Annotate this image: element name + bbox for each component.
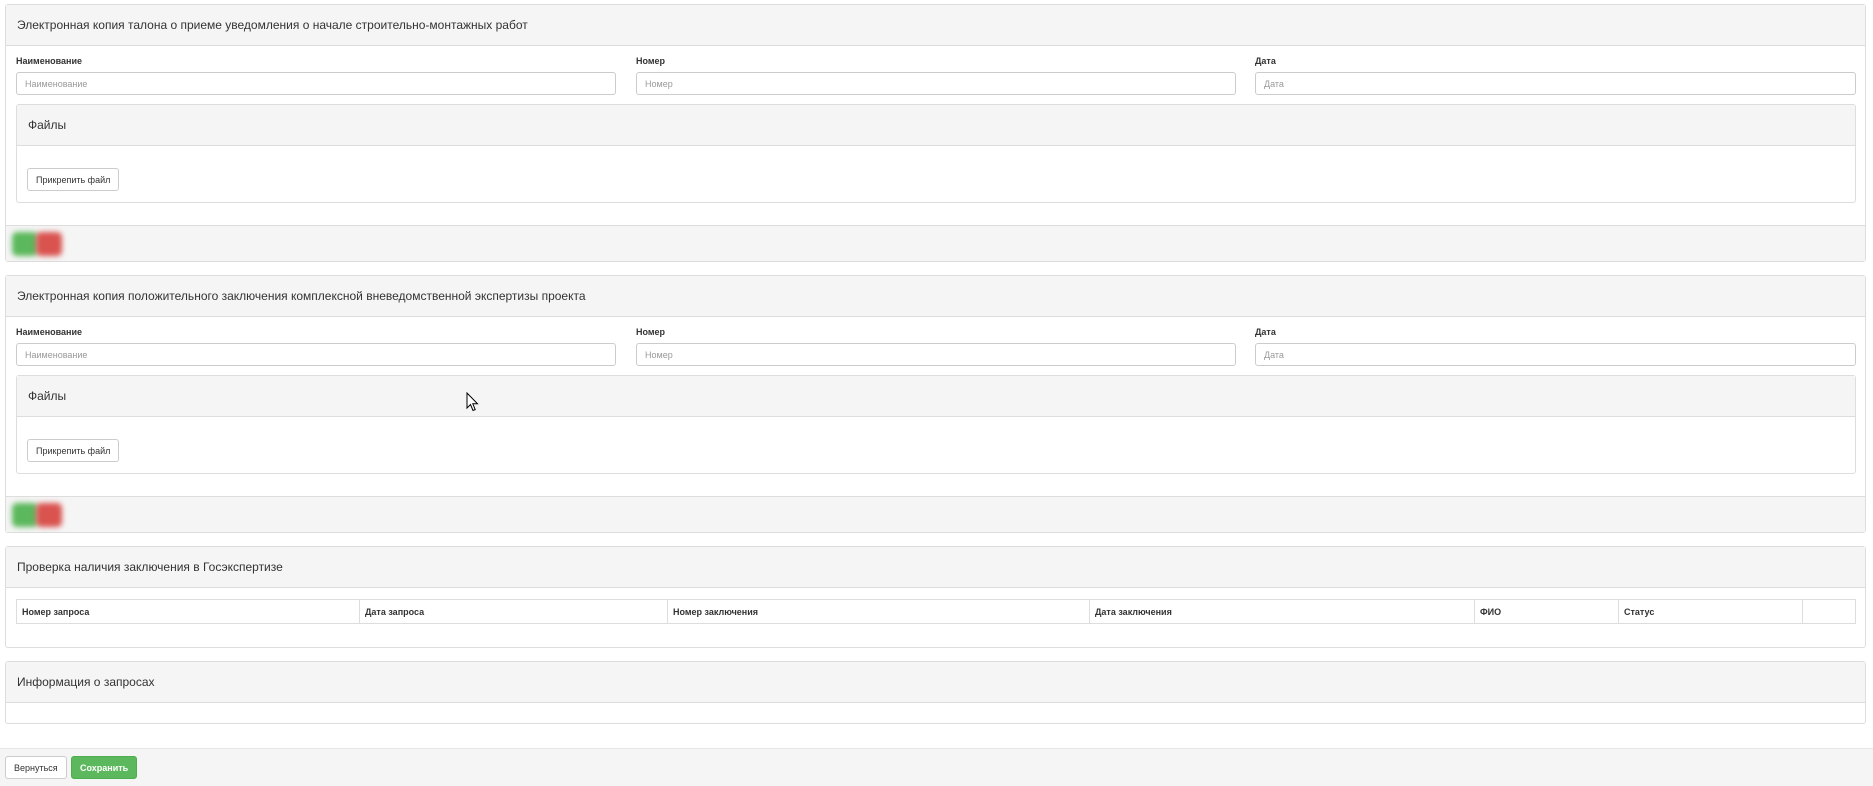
requests-info-panel: Информация о запросах bbox=[5, 661, 1866, 724]
save-button[interactable]: Сохранить bbox=[71, 756, 138, 779]
expertise-name-input[interactable] bbox=[16, 343, 616, 366]
expertise-files-heading: Файлы bbox=[17, 376, 1855, 417]
expertise-number-field: Номер bbox=[636, 326, 1236, 366]
expertise-files-panel: Файлы Прикрепить файл bbox=[16, 375, 1856, 474]
expertise-files-title: Файлы bbox=[28, 389, 67, 403]
col-request-number: Номер запроса bbox=[16, 599, 360, 624]
page: Электронная копия талона о приеме уведом… bbox=[0, 0, 1873, 786]
talon-number-input[interactable] bbox=[636, 72, 1236, 95]
reject-icon[interactable] bbox=[36, 502, 62, 527]
talon-panel: Электронная копия талона о приеме уведом… bbox=[5, 4, 1866, 262]
col-request-date: Дата запроса bbox=[359, 599, 668, 624]
approve-icon[interactable] bbox=[12, 502, 38, 527]
talon-date-field: Дата bbox=[1255, 55, 1856, 95]
col-fio: ФИО bbox=[1474, 599, 1619, 624]
check-panel-title: Проверка наличия заключения в Госэксперт… bbox=[17, 560, 283, 574]
col-conclusion-number: Номер заключения bbox=[667, 599, 1090, 624]
expertise-panel-footer bbox=[6, 496, 1865, 532]
requests-info-heading: Информация о запросах bbox=[6, 662, 1865, 703]
expertise-number-input[interactable] bbox=[636, 343, 1236, 366]
requests-info-title: Информация о запросах bbox=[17, 675, 155, 689]
expertise-panel-title: Электронная копия положительного заключе… bbox=[17, 289, 586, 303]
expertise-panel-heading: Электронная копия положительного заключе… bbox=[6, 276, 1865, 317]
requests-table: Номер запроса Дата запроса Номер заключе… bbox=[16, 599, 1856, 624]
table-header-row: Номер запроса Дата запроса Номер заключе… bbox=[16, 599, 1856, 624]
expertise-name-field: Наименование bbox=[16, 326, 616, 366]
approve-icon[interactable] bbox=[12, 231, 38, 256]
mouse-cursor-icon bbox=[466, 392, 479, 412]
col-actions bbox=[1802, 599, 1856, 624]
expertise-attach-file-button[interactable]: Прикрепить файл bbox=[27, 439, 120, 462]
back-button[interactable]: Вернуться bbox=[5, 756, 67, 779]
talon-files-panel: Файлы Прикрепить файл bbox=[16, 104, 1856, 203]
talon-date-label: Дата bbox=[1255, 56, 1276, 66]
talon-attach-file-button[interactable]: Прикрепить файл bbox=[27, 168, 120, 191]
expertise-date-label: Дата bbox=[1255, 327, 1276, 337]
talon-panel-title: Электронная копия талона о приеме уведом… bbox=[17, 18, 528, 32]
expertise-date-field: Дата bbox=[1255, 326, 1856, 366]
talon-files-heading: Файлы bbox=[17, 105, 1855, 146]
talon-panel-heading: Электронная копия талона о приеме уведом… bbox=[6, 5, 1865, 46]
talon-files-title: Файлы bbox=[28, 118, 67, 132]
col-conclusion-date: Дата заключения bbox=[1089, 599, 1475, 624]
talon-name-label: Наименование bbox=[16, 56, 83, 66]
talon-fields: Наименование Номер Дата bbox=[16, 55, 1856, 95]
talon-panel-footer bbox=[6, 225, 1865, 261]
action-bar: Вернуться Сохранить bbox=[0, 748, 1873, 786]
talon-date-input[interactable] bbox=[1255, 72, 1856, 95]
talon-name-input[interactable] bbox=[16, 72, 616, 95]
talon-number-field: Номер bbox=[636, 55, 1236, 95]
expertise-name-label: Наименование bbox=[16, 327, 83, 337]
expertise-number-label: Номер bbox=[636, 327, 666, 337]
expertise-panel: Электронная копия положительного заключе… bbox=[5, 275, 1866, 533]
expertise-fields: Наименование Номер Дата bbox=[16, 326, 1856, 366]
gosexpertise-check-panel: Проверка наличия заключения в Госэксперт… bbox=[5, 546, 1866, 648]
reject-icon[interactable] bbox=[36, 231, 62, 256]
talon-name-field: Наименование bbox=[16, 55, 616, 95]
col-status: Статус bbox=[1618, 599, 1803, 624]
talon-number-label: Номер bbox=[636, 56, 666, 66]
expertise-date-input[interactable] bbox=[1255, 343, 1856, 366]
check-panel-heading: Проверка наличия заключения в Госэксперт… bbox=[6, 547, 1865, 588]
